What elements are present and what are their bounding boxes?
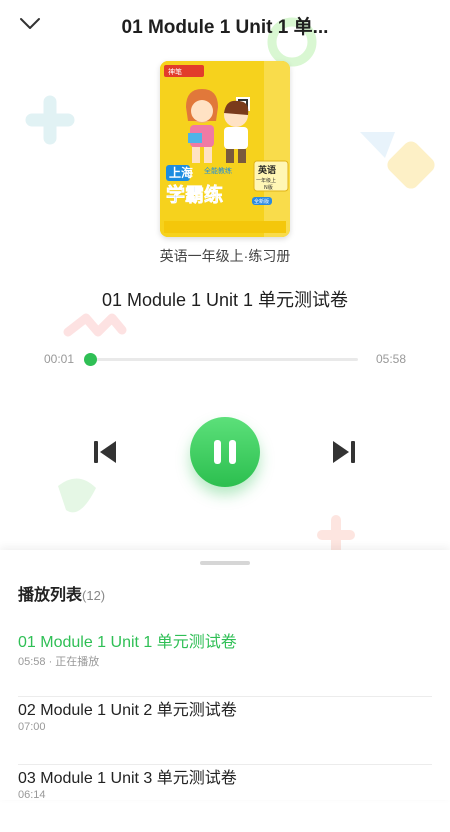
progress-bar[interactable] bbox=[84, 353, 358, 366]
play-pause-button[interactable] bbox=[190, 417, 260, 487]
sheet-drag-handle[interactable] bbox=[200, 561, 250, 565]
svg-text:上海: 上海 bbox=[169, 165, 193, 180]
skip-previous-icon bbox=[94, 441, 116, 463]
playlist-heading-label: 播放列表 bbox=[18, 587, 83, 604]
playlist-sheet: 播放列表(12) 01 Module 1 Unit 1 单元测试卷 05:58 … bbox=[0, 550, 450, 801]
playlist-heading: 播放列表(12) bbox=[18, 581, 105, 605]
collapse-button[interactable] bbox=[14, 10, 46, 38]
chevron-down-icon bbox=[20, 18, 40, 29]
book-cover: 神笔 上海 全能教练 学霸练 英语 一年级上 N版 全新版 bbox=[160, 61, 290, 237]
playlist-item[interactable]: 02 Module 1 Unit 2 单元测试卷 07:00 bbox=[18, 696, 432, 765]
cover-brand: 学霸练 bbox=[166, 183, 223, 206]
previous-track-button[interactable] bbox=[88, 436, 122, 468]
playlist-item-meta: 05:58 · 正在播放 bbox=[18, 656, 100, 668]
total-time: 05:58 bbox=[375, 352, 406, 366]
cover-series: 全能教练 bbox=[204, 166, 232, 175]
skip-next-icon bbox=[333, 441, 355, 463]
progress-knob[interactable] bbox=[84, 353, 97, 366]
playlist-item[interactable]: 01 Module 1 Unit 1 单元测试卷 05:58 · 正在播放 bbox=[18, 628, 432, 697]
page-title: 01 Module 1 Unit 1 单... bbox=[121, 17, 329, 38]
book-subtitle: 英语一年级上·练习册 bbox=[159, 248, 291, 264]
cover-edition: N版 bbox=[264, 184, 273, 191]
header-bar: 01 Module 1 Unit 1 单... bbox=[0, 0, 450, 48]
playlist-item-title: 02 Module 1 Unit 2 单元测试卷 bbox=[18, 702, 237, 719]
playlist-item[interactable]: 03 Module 1 Unit 3 单元测试卷 06:14 bbox=[18, 764, 432, 832]
pause-icon bbox=[190, 417, 260, 487]
playlist-item-title: 01 Module 1 Unit 1 单元测试卷 bbox=[18, 634, 237, 651]
book-cover-art: 神笔 上海 全能教练 学霸练 英语 一年级上 N版 全新版 bbox=[160, 61, 290, 237]
cover-tag: 全新版 bbox=[254, 198, 269, 205]
current-time: 00:01 bbox=[44, 352, 75, 366]
cover-publisher: 神笔 bbox=[168, 67, 182, 76]
track-title: 01 Module 1 Unit 1 单元测试卷 bbox=[101, 290, 349, 310]
cover-subject: 英语 bbox=[257, 164, 276, 176]
playlist-item-meta: 06:14 bbox=[18, 789, 46, 801]
cover-grade: 一年级上 bbox=[256, 177, 276, 184]
playlist-count: (12) bbox=[82, 588, 106, 603]
playlist-item-meta: 07:00 bbox=[18, 721, 46, 733]
playlist-item-title: 03 Module 1 Unit 3 单元测试卷 bbox=[18, 770, 237, 787]
next-track-button[interactable] bbox=[327, 436, 361, 468]
